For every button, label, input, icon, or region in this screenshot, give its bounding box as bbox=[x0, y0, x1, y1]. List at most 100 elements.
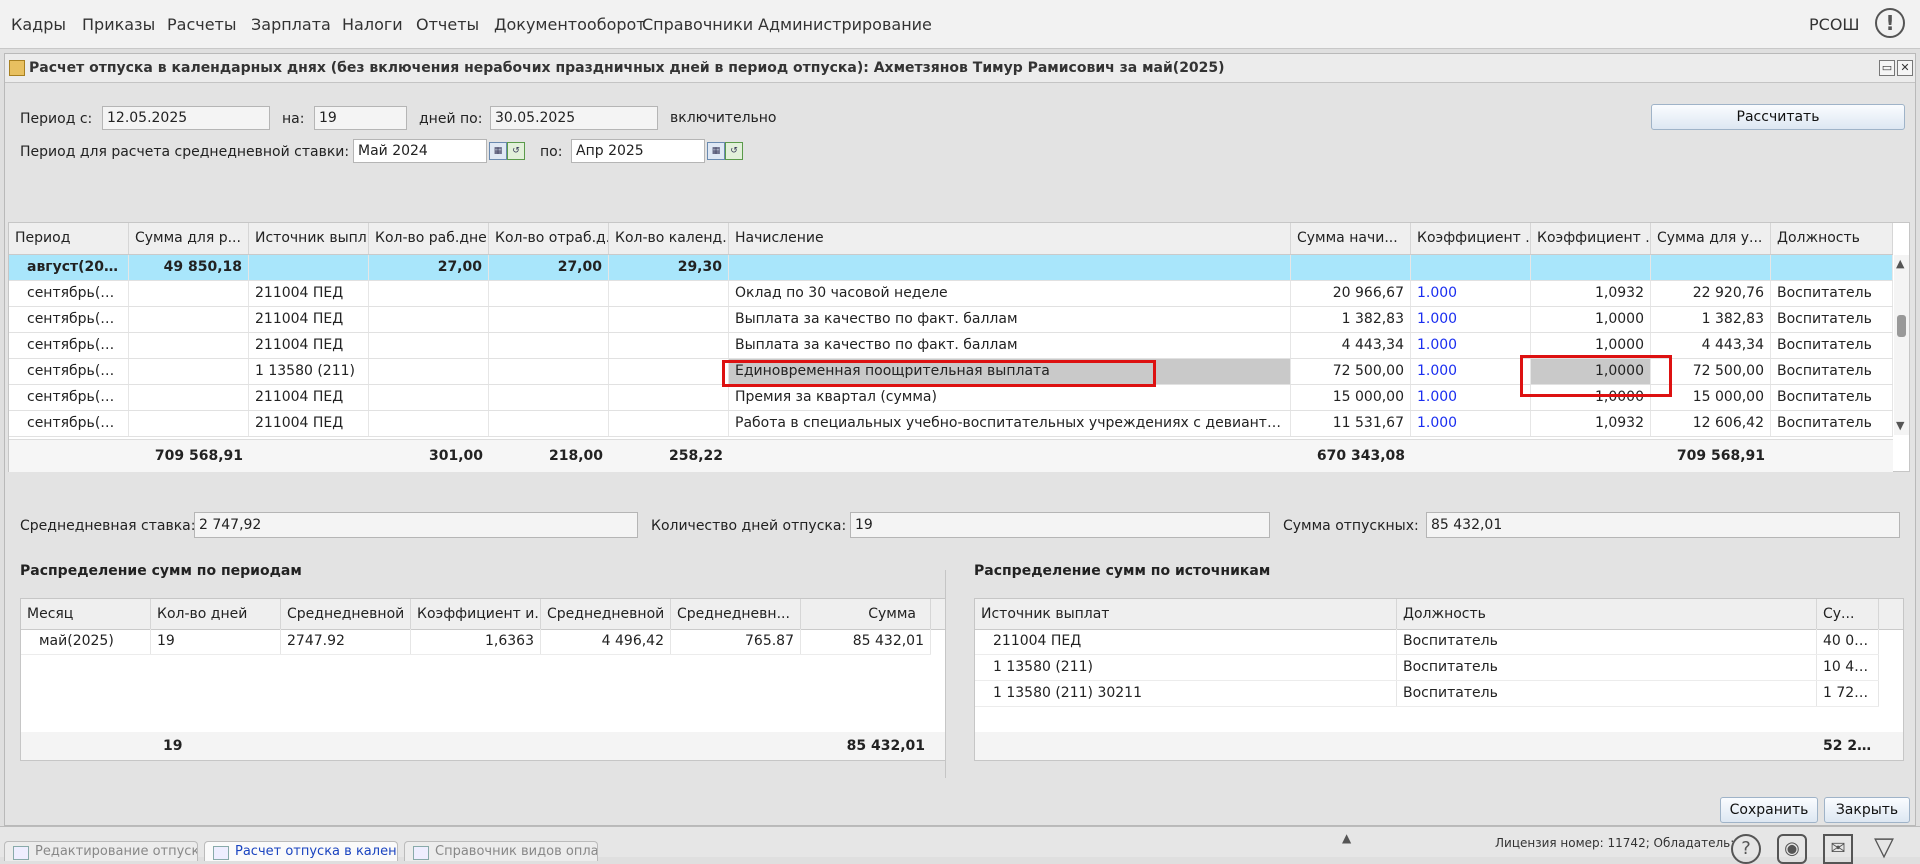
col-source[interactable]: Источник выпл... bbox=[249, 223, 369, 254]
cell-coef-2: 1,0932 bbox=[1531, 411, 1651, 436]
cell-calendar-days bbox=[609, 307, 729, 332]
table-row[interactable]: сентябрь(20... 211004 ПЕД Оклад по 30 часо… bbox=[9, 281, 1893, 307]
help-icon[interactable]: ? bbox=[1731, 834, 1761, 864]
calendar-icon[interactable]: ▦ bbox=[489, 142, 507, 160]
table-row[interactable]: 1 13580 (211) 30211 Воспитатель 1 725... bbox=[975, 681, 1879, 707]
scroll-down-icon[interactable]: ▼ bbox=[1896, 419, 1904, 432]
calculate-button[interactable]: Рассчитать bbox=[1651, 104, 1905, 130]
close-icon[interactable]: ✕ bbox=[1897, 60, 1913, 76]
menu-otchety[interactable]: Отчеты bbox=[416, 15, 479, 34]
vacation-days-label: Количество дней отпуска: bbox=[651, 518, 847, 534]
cell-work-days bbox=[369, 281, 489, 306]
camera-icon[interactable]: ◉ bbox=[1777, 834, 1807, 864]
table-row[interactable]: сентябрь(20... 211004 ПЕД Выплата за качес… bbox=[9, 307, 1893, 333]
period-sum: 85 432,01 bbox=[801, 629, 931, 654]
period-to-field[interactable]: 30.05.2025 bbox=[490, 106, 658, 130]
col-period[interactable]: Период bbox=[9, 223, 129, 254]
scroll-up-icon[interactable]: ▲ bbox=[1896, 257, 1904, 270]
menu-kadry[interactable]: Кадры bbox=[11, 15, 66, 34]
cell-worked-days bbox=[489, 411, 609, 436]
avg-period-to-field[interactable]: Апр 2025 bbox=[571, 139, 705, 163]
total-work-days: 301,00 bbox=[428, 448, 483, 464]
avg-period-from-field[interactable]: Май 2024 bbox=[353, 139, 487, 163]
col-position[interactable]: Должность bbox=[1771, 223, 1893, 254]
cell-accrued-sum: 4 443,34 bbox=[1291, 333, 1411, 358]
col-position[interactable]: Должность bbox=[1397, 599, 1817, 629]
table-row[interactable]: сентябрь(20... 211004 ПЕД Работа в специал… bbox=[9, 411, 1893, 437]
restore-icon[interactable]: ▭ bbox=[1879, 60, 1895, 76]
menu-zarplata[interactable]: Зарплата bbox=[251, 15, 331, 34]
cell-period: сентябрь(20... bbox=[9, 385, 129, 410]
col-accrual[interactable]: Начисление bbox=[729, 223, 1291, 254]
table-row[interactable]: 1 13580 (211) Воспитатель 10 45... bbox=[975, 655, 1879, 681]
col-index-coef[interactable]: Коэффициент и... bbox=[411, 599, 541, 629]
col-coef-1[interactable]: Коэффициент ... bbox=[1411, 223, 1531, 254]
tab-payment-types[interactable]: Справочник видов оплат bbox=[404, 841, 598, 861]
calendar-icon[interactable]: ▦ bbox=[707, 142, 725, 160]
tab-edit-vacation[interactable]: Редактирование отпуска bbox=[4, 841, 198, 861]
close-button[interactable]: Закрыть bbox=[1824, 797, 1910, 823]
vacation-days-field[interactable]: 19 bbox=[850, 512, 1270, 538]
col-sum[interactable]: Сумма bbox=[801, 599, 931, 629]
days-label: на: bbox=[282, 111, 305, 127]
expand-up-icon[interactable]: ▲ bbox=[1342, 831, 1351, 845]
periods-grid-header: Месяц Кол-во дней Среднедневной ... Коэф… bbox=[21, 599, 945, 630]
scroll-thumb[interactable] bbox=[1897, 315, 1906, 337]
accruals-grid: Период Сумма для р... Источник выпл... К… bbox=[8, 222, 1910, 472]
col-worked-days[interactable]: Кол-во отраб.д... bbox=[489, 223, 609, 254]
col-avg-daily-2[interactable]: Среднедневной ... bbox=[541, 599, 671, 629]
clear-date-icon[interactable]: ↺ bbox=[725, 142, 743, 160]
sources-total-sum: 52 2... bbox=[1823, 738, 1874, 754]
tab-vacation-calc[interactable]: Расчет отпуска в кален... bbox=[204, 841, 398, 861]
col-coef-2[interactable]: Коэффициент ... bbox=[1531, 223, 1651, 254]
cell-source: 1 13580 (211) bbox=[249, 359, 369, 384]
col-sum-for[interactable]: Сумма для у... bbox=[1651, 223, 1771, 254]
cell-accrued-sum: 15 000,00 bbox=[1291, 385, 1411, 410]
col-sum-calc[interactable]: Сумма для р... bbox=[129, 223, 249, 254]
highlight-box-accrual bbox=[722, 360, 1156, 387]
filter-icon[interactable]: ▽ bbox=[1869, 834, 1899, 864]
col-sum[interactable]: Су... bbox=[1817, 599, 1879, 629]
col-month[interactable]: Месяц bbox=[21, 599, 151, 629]
window-titlebar: Расчет отпуска в календарных днях (без в… bbox=[5, 54, 1915, 83]
col-avg-daily-3[interactable]: Среднедневн... bbox=[671, 599, 801, 629]
avg-rate-field[interactable]: 2 747,92 bbox=[194, 512, 638, 538]
col-accrued-sum[interactable]: Сумма начи... bbox=[1291, 223, 1411, 254]
menu-administrirovanie[interactable]: Администрирование bbox=[758, 15, 932, 34]
cell-sum-for: 1 382,83 bbox=[1651, 307, 1771, 332]
cell-coef-1: 1.000 bbox=[1411, 307, 1531, 332]
menu-spravochniki[interactable]: Справочники bbox=[642, 15, 753, 34]
menu-raschety[interactable]: Расчеты bbox=[167, 15, 237, 34]
days-field[interactable]: 19 bbox=[314, 106, 407, 130]
col-payment-source[interactable]: Источник выплат bbox=[975, 599, 1397, 629]
source-position: Воспитатель bbox=[1397, 655, 1817, 680]
days-to-label: дней по: bbox=[419, 111, 483, 127]
col-work-days[interactable]: Кол-во раб.дней bbox=[369, 223, 489, 254]
col-calendar-days[interactable]: Кол-во календ... bbox=[609, 223, 729, 254]
cell-source bbox=[249, 255, 369, 280]
table-row[interactable]: май(2025) 19 2747.92 1,6363 4 496,42 765… bbox=[21, 629, 931, 655]
group-row[interactable]: август(2024) 49 850,18 27,00 27,00 29,30 bbox=[9, 255, 1893, 281]
menu-nalogi[interactable]: Налоги bbox=[342, 15, 403, 34]
cell-calendar-days bbox=[609, 281, 729, 306]
mail-icon[interactable]: ✉ bbox=[1823, 834, 1853, 864]
organization-label[interactable]: РСОШ bbox=[1809, 15, 1860, 34]
clear-date-icon[interactable]: ↺ bbox=[507, 142, 525, 160]
cell-position: Воспитатель bbox=[1771, 385, 1893, 410]
cell-worked-days bbox=[489, 385, 609, 410]
table-row[interactable]: 211004 ПЕД Воспитатель 40 02... bbox=[975, 629, 1879, 655]
vacation-sum-field[interactable]: 85 432,01 bbox=[1426, 512, 1900, 538]
menu-dokumentooborot[interactable]: Документооборот bbox=[494, 15, 646, 34]
col-days-count[interactable]: Кол-во дней bbox=[151, 599, 281, 629]
menu-prikazy[interactable]: Приказы bbox=[82, 15, 155, 34]
period-from-field[interactable]: 12.05.2025 bbox=[102, 106, 270, 130]
cell-worked-days: 27,00 bbox=[489, 255, 609, 280]
cell-work-days bbox=[369, 359, 489, 384]
col-avg-daily-1[interactable]: Среднедневной ... bbox=[281, 599, 411, 629]
save-button[interactable]: Сохранить bbox=[1720, 797, 1818, 823]
grid-scrollbar[interactable]: ▲ ▼ bbox=[1894, 255, 1909, 435]
cell-period: сентябрь(20... bbox=[9, 281, 129, 306]
cell-position: Воспитатель bbox=[1771, 333, 1893, 358]
cell-sum-calc: 49 850,18 bbox=[129, 255, 249, 280]
info-icon[interactable]: ! bbox=[1875, 8, 1905, 38]
